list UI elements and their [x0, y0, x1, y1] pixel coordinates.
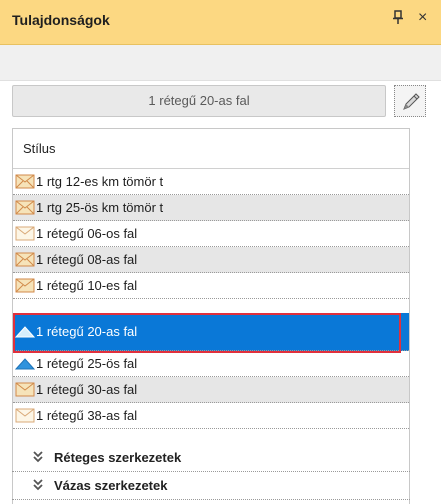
list-item[interactable]: 1 rtg 12-es km tömör t [13, 169, 409, 195]
envelope-icon [15, 200, 35, 215]
list-item[interactable]: 1 rétegű 10-es fal [13, 273, 409, 299]
list-header: Stílus [13, 129, 409, 169]
list-item[interactable]: 1 rétegű 38-as fal [13, 403, 409, 429]
envelope-icon [15, 252, 35, 267]
list-item-label: 1 rétegű 06-os fal [36, 226, 138, 241]
wall-icon [14, 356, 36, 371]
pin-icon[interactable] [392, 10, 408, 30]
list-item-label: 1 rétegű 25-ös fal [36, 356, 138, 371]
list-item[interactable]: 1 rétegű 30-as fal [13, 377, 409, 403]
group-frame-structures[interactable]: Vázas szerkezetek [12, 474, 410, 500]
style-selector-field[interactable]: 1 rétegű 20-as fal [12, 85, 386, 117]
chevron-down-icon [32, 450, 44, 467]
properties-panel: Tulajdonságok × 1 rétegű 20-as fal Stílu… [0, 0, 441, 504]
list-item[interactable]: 1 rétegű 25-ös fal [13, 351, 409, 377]
list-item[interactable]: 1 rtg 25-ös km tömör t [13, 195, 409, 221]
list-item-label: 1 rtg 25-ös km tömör t [36, 200, 164, 215]
envelope-icon [15, 278, 35, 293]
wall-icon [14, 324, 36, 339]
group-label: Vázas szerkezetek [54, 478, 168, 493]
list-item-selected[interactable]: 1 rétegű 20-as fal [13, 313, 409, 351]
list-item-label: 1 rétegű 38-as fal [36, 408, 138, 423]
group-label: Réteges szerkezetek [54, 450, 182, 465]
list-item-label: 1 rtg 12-es km tömör t [36, 174, 164, 189]
list-item-label: 1 rétegű 30-as fal [36, 382, 138, 397]
envelope-icon [15, 382, 35, 397]
envelope-icon [15, 174, 35, 189]
envelope-icon [15, 408, 35, 423]
panel-toolbar [0, 45, 441, 81]
list-item-label: 1 rétegű 20-as fal [36, 324, 138, 339]
list-item-label: 1 rétegű 10-es fal [36, 278, 138, 293]
group-layered-structures[interactable]: Réteges szerkezetek [12, 446, 410, 472]
list-item-label: 1 rétegű 08-as fal [36, 252, 138, 267]
panel-title: Tulajdonságok [12, 12, 110, 28]
chevron-down-icon [32, 478, 44, 495]
envelope-icon [15, 226, 35, 241]
list-header-label: Stílus [23, 141, 56, 156]
close-icon[interactable]: × [418, 9, 434, 29]
panel-titlebar: Tulajdonságok × [0, 0, 441, 45]
style-selector-row: 1 rétegű 20-as fal [0, 81, 441, 124]
list-item[interactable]: 1 rétegű 06-os fal [13, 221, 409, 247]
edit-style-button[interactable] [394, 85, 426, 117]
list-item[interactable]: 1 rétegű 08-as fal [13, 247, 409, 273]
